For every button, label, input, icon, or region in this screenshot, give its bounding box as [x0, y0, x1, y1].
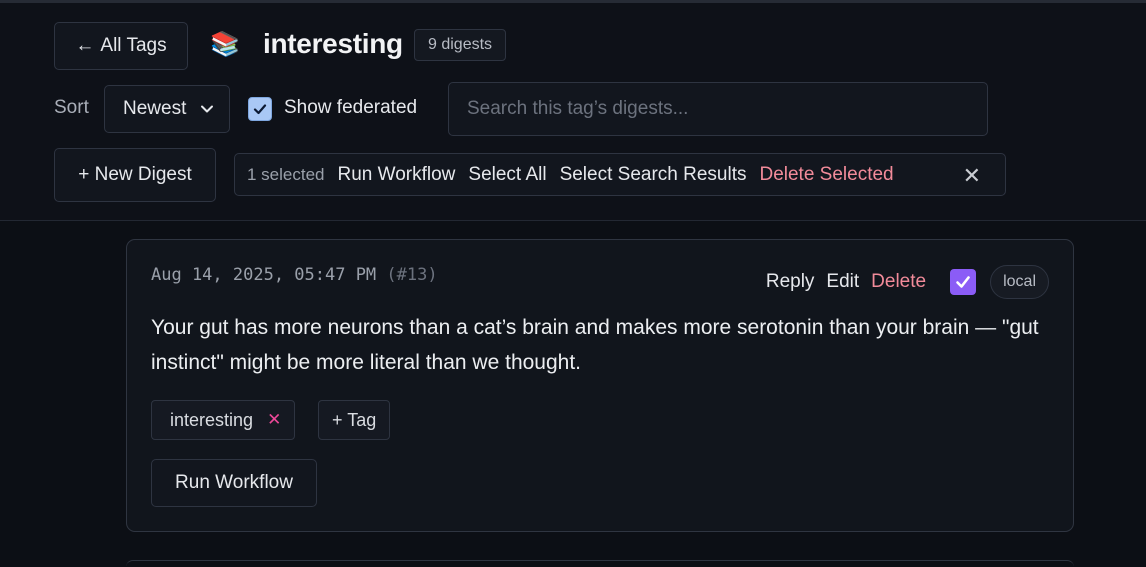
checkmark-icon: [956, 276, 970, 288]
remove-tag-icon[interactable]: ✕: [267, 410, 281, 430]
delete-button[interactable]: Delete: [871, 271, 926, 293]
show-federated-label: Show federated: [284, 97, 418, 118]
close-icon[interactable]: ✕: [963, 163, 981, 189]
page-title: interesting: [263, 28, 403, 59]
digest-number: (#13): [386, 265, 438, 285]
visibility-badge: local: [990, 265, 1049, 299]
checkmark-icon: [253, 104, 267, 115]
digest-timestamp: Aug 14, 2025, 05:47 PM (#13): [151, 265, 438, 285]
bulk-actions-bar: 1 selected Run Workflow Select All Selec…: [234, 153, 1006, 196]
back-button-label: All Tags: [100, 35, 167, 56]
tag-chip[interactable]: interesting ✕: [151, 400, 296, 440]
delete-selected-button[interactable]: Delete Selected: [759, 164, 893, 186]
reply-button[interactable]: Reply: [766, 271, 815, 293]
digest-select-checkbox[interactable]: [950, 269, 977, 295]
sort-label: Sort: [54, 97, 89, 118]
sort-select-value: Newest: [123, 98, 187, 119]
chevron-down-icon: [201, 105, 213, 113]
add-tag-button[interactable]: + Tag: [318, 400, 391, 440]
arrow-left-icon: ←: [75, 35, 95, 56]
run-workflow-button[interactable]: Run Workflow: [151, 459, 317, 507]
new-digest-button[interactable]: + New Digest: [54, 148, 216, 202]
books-icon: 📚: [210, 31, 240, 58]
select-all-button[interactable]: Select All: [468, 164, 546, 186]
tag-chip-label: interesting: [170, 409, 254, 430]
back-to-all-tags-button[interactable]: ← All Tags: [54, 22, 188, 70]
select-search-results-button[interactable]: Select Search Results: [560, 164, 747, 186]
edit-button[interactable]: Edit: [826, 271, 859, 293]
digest-actions: Reply Edit Delete local: [766, 264, 1049, 300]
selected-count: 1 selected: [247, 164, 325, 184]
show-federated-checkbox[interactable]: [248, 97, 272, 121]
search-input[interactable]: [448, 82, 988, 136]
digest-card: Aug 14, 2025, 05:47 PM (#13) Reply Edit …: [126, 239, 1074, 532]
digest-date: Aug 14, 2025, 05:47 PM: [151, 265, 377, 285]
digest-body: Your gut has more neurons than a cat’s b…: [151, 316, 1039, 374]
run-workflow-bulk-button[interactable]: Run Workflow: [338, 164, 456, 186]
digest-count-badge: 9 digests: [414, 29, 507, 61]
sort-select[interactable]: Newest: [104, 85, 230, 133]
